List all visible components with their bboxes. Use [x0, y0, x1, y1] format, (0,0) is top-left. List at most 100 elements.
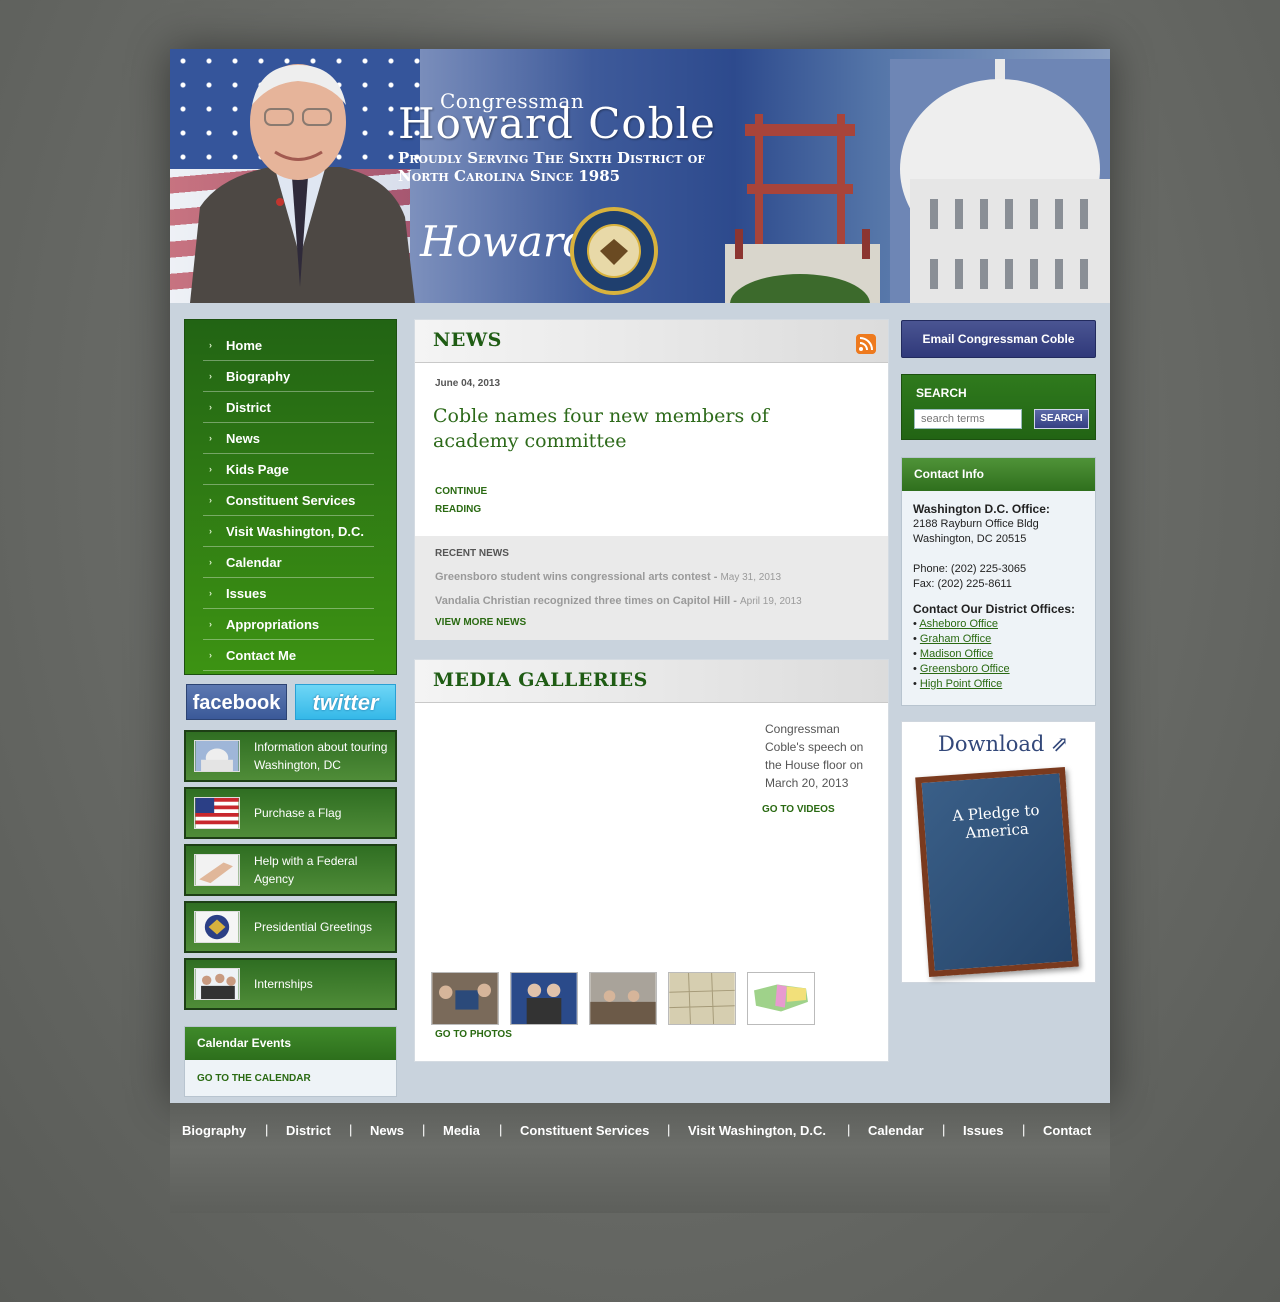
chevron-right-icon: ›	[209, 619, 212, 629]
view-more-news-link[interactable]: VIEW MORE NEWS	[435, 617, 526, 628]
pledge-book-title: A Pledge to America	[951, 800, 1041, 843]
header-name: Howard Coble	[398, 99, 716, 148]
nav-item-issues[interactable]: › Issues	[203, 578, 374, 609]
nav-label: Biography	[226, 369, 291, 384]
promo-internships[interactable]: Internships	[184, 958, 397, 1010]
chevron-right-icon: ›	[209, 495, 212, 505]
asheboro-office-link[interactable]: Asheboro Office	[919, 618, 998, 630]
footer-separator: |	[265, 1122, 269, 1137]
nav-item-constituent-services[interactable]: › Constituent Services	[203, 485, 374, 516]
news-headline-link[interactable]: Coble names four new members of academy …	[433, 404, 853, 454]
site-header[interactable]: Congressman Howard Coble Proudly Serving…	[170, 49, 1110, 303]
media-title: MEDIA GALLERIES	[433, 669, 648, 691]
contact-info-title: Contact Info	[902, 458, 1095, 491]
phone-number: Phone: (202) 225-3065	[913, 563, 1027, 575]
gallery-photo-2[interactable]	[510, 972, 578, 1025]
rss-icon[interactable]	[856, 334, 876, 354]
chevron-right-icon: ›	[209, 557, 212, 567]
gallery-photo-4[interactable]	[668, 972, 736, 1025]
footer-link-issues[interactable]: Issues	[963, 1123, 1003, 1138]
footer-link-biography[interactable]: Biography	[182, 1123, 246, 1138]
nav-item-biography[interactable]: › Biography	[203, 361, 374, 392]
go-to-calendar-link[interactable]: GO TO THE CALENDAR	[197, 1073, 311, 1084]
nav-label: Constituent Services	[226, 493, 356, 508]
nav-item-home[interactable]: › Home	[203, 330, 374, 361]
promo-federal-agency[interactable]: Help with a Federal Agency	[184, 844, 397, 896]
search-input[interactable]	[914, 409, 1022, 429]
go-to-photos-link[interactable]: GO TO PHOTOS	[435, 1029, 512, 1040]
district-offices-label: Contact Our District Offices:	[913, 602, 1076, 616]
capitol-icon	[194, 740, 240, 772]
nav-item-calendar[interactable]: › Calendar	[203, 547, 374, 578]
email-congressman-button[interactable]: Email Congressman Coble	[901, 320, 1096, 358]
nav-label: Kids Page	[226, 462, 289, 477]
nav-label: Appropriations	[226, 617, 320, 632]
recent-news-section: RECENT NEWS Greensboro student wins cong…	[415, 536, 888, 640]
promo-touring-washington[interactable]: Information about touring Washington, DC	[184, 730, 397, 782]
footer-link-district[interactable]: District	[286, 1123, 331, 1138]
chevron-right-icon: ›	[209, 526, 212, 536]
graham-office-link[interactable]: Graham Office	[920, 633, 991, 645]
recent-news-title-text: Greensboro student wins congressional ar…	[435, 571, 718, 583]
footer-separator: |	[667, 1122, 671, 1137]
recent-news-title: RECENT NEWS	[435, 548, 509, 559]
madison-office-link[interactable]: Madison Office	[920, 648, 993, 660]
promo-presidential-greetings[interactable]: Presidential Greetings	[184, 901, 397, 953]
greensboro-office-link[interactable]: Greensboro Office	[920, 663, 1010, 675]
nav-item-district[interactable]: › District	[203, 392, 374, 423]
chevron-right-icon: ›	[209, 433, 212, 443]
calendar-events-title: Calendar Events	[185, 1027, 396, 1060]
recent-news-title-text: Vandalia Christian recognized three time…	[435, 595, 737, 607]
gallery-photo-5[interactable]	[747, 972, 815, 1025]
download-pledge-box[interactable]: Download ⇗ A Pledge to America	[901, 721, 1096, 983]
facebook-button[interactable]: facebook	[186, 684, 287, 720]
news-date: June 04, 2013	[435, 378, 501, 389]
office-list-item: • Greensboro Office	[913, 663, 1010, 675]
footer-link-contact[interactable]: Contact	[1043, 1123, 1091, 1138]
page-container: Congressman Howard Coble Proudly Serving…	[170, 49, 1110, 1103]
contact-info-body: Washington D.C. Office: 2188 Rayburn Off…	[913, 502, 1093, 692]
nav-item-contact-me[interactable]: › Contact Me	[203, 640, 374, 671]
recent-news-item[interactable]: Greensboro student wins congressional ar…	[435, 571, 781, 583]
recent-news-item[interactable]: Vandalia Christian recognized three time…	[435, 595, 802, 607]
promo-label: Information about touring Washington, DC	[254, 740, 388, 772]
search-box: SEARCH SEARCH	[901, 374, 1096, 440]
nav-item-visit-washington[interactable]: › Visit Washington, D.C.	[203, 516, 374, 547]
footer-link-media[interactable]: Media	[443, 1123, 480, 1138]
promo-label: Presidential Greetings	[254, 920, 373, 934]
footer-separator: |	[422, 1122, 426, 1137]
continue-reading-link[interactable]: CONTINUE READING	[435, 483, 495, 519]
chevron-right-icon: ›	[209, 464, 212, 474]
go-to-videos-link[interactable]: GO TO VIDEOS	[762, 804, 835, 815]
signature: Howard	[420, 217, 590, 266]
pledge-book-cover: A Pledge to America	[915, 767, 1079, 977]
nav-label: Home	[226, 338, 263, 353]
congressman-portrait	[190, 64, 415, 303]
nav-item-kids-page[interactable]: › Kids Page	[203, 454, 374, 485]
footer-link-constituent-services[interactable]: Constituent Services	[520, 1123, 649, 1138]
chevron-right-icon: ›	[209, 371, 212, 381]
video-player[interactable]	[431, 718, 756, 958]
footer-link-news[interactable]: News	[370, 1123, 404, 1138]
chevron-right-icon: ›	[209, 340, 212, 350]
fax-number: Fax: (202) 225-8611	[913, 578, 1012, 590]
high-point-office-link[interactable]: High Point Office	[920, 678, 1002, 690]
search-button[interactable]: SEARCH	[1034, 409, 1089, 429]
media-panel-header: MEDIA GALLERIES	[415, 660, 888, 703]
eagle-seal-icon	[194, 911, 240, 943]
nav-item-news[interactable]: › News	[203, 423, 374, 454]
promo-label: Purchase a Flag	[254, 806, 342, 820]
nav-label: Issues	[226, 586, 267, 601]
gallery-photo-3[interactable]	[589, 972, 657, 1025]
nav-item-appropriations[interactable]: › Appropriations	[203, 609, 374, 640]
twitter-button[interactable]: twitter	[295, 684, 396, 720]
gallery-photo-1[interactable]	[431, 972, 499, 1025]
recent-news-date: April 19, 2013	[740, 596, 802, 607]
footer-link-visit-washington[interactable]: Visit Washington, D.C.	[688, 1123, 826, 1138]
footer-separator: |	[1022, 1122, 1026, 1137]
download-title-text: Download	[938, 732, 1045, 756]
nav-label: News	[226, 431, 260, 446]
promo-purchase-flag[interactable]: Purchase a Flag	[184, 787, 397, 839]
chevron-right-icon: ›	[209, 402, 212, 412]
footer-link-calendar[interactable]: Calendar	[868, 1123, 924, 1138]
